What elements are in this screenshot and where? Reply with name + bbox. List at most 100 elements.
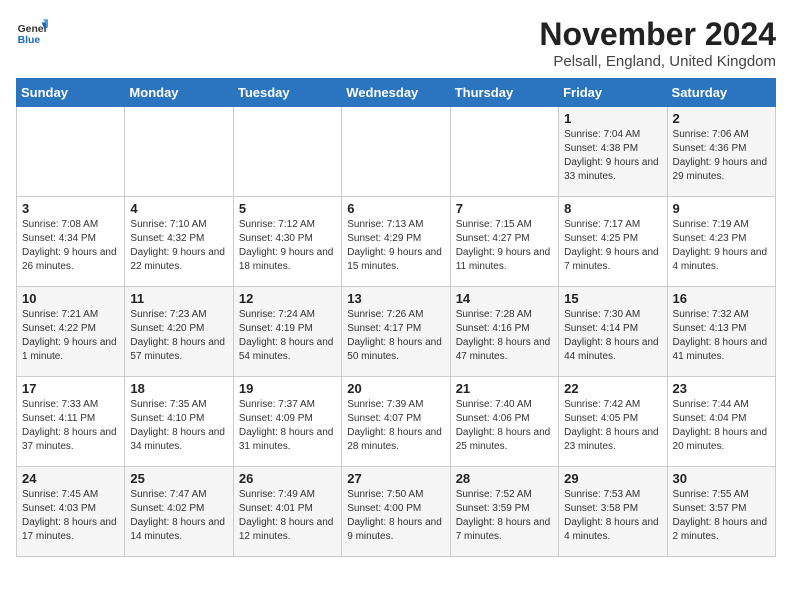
calendar-cell: 7 Sunrise: 7:15 AM Sunset: 4:27 PM Daylig… (450, 197, 558, 287)
calendar-cell: 19Sunrise: 7:37 AM Sunset: 4:09 PM Dayli… (233, 377, 341, 467)
day-number: 5 (239, 201, 336, 216)
day-info: Sunrise: 7:04 AM Sunset: 4:38 PM Dayligh… (564, 128, 661, 184)
calendar-cell: 30 Sunrise: 7:55 AM Sunset: 3:57 PM Dayli… (667, 467, 775, 557)
calendar-cell: 10Sunrise: 7:21 AM Sunset: 4:22 PM Dayli… (17, 287, 125, 377)
calendar-cell (342, 107, 450, 197)
calendar-week-row: 10Sunrise: 7:21 AM Sunset: 4:22 PM Dayli… (17, 287, 776, 377)
calendar-cell: 15 Sunrise: 7:30 AM Sunset: 4:14 PM Dayli… (559, 287, 667, 377)
day-number: 30 (673, 471, 770, 486)
day-number: 16 (673, 291, 770, 306)
day-number: 23 (673, 381, 770, 396)
calendar-cell: 28 Sunrise: 7:52 AM Sunset: 3:59 PM Dayli… (450, 467, 558, 557)
calendar-cell: 29 Sunrise: 7:53 AM Sunset: 3:58 PM Dayli… (559, 467, 667, 557)
calendar-week-row: 24 Sunrise: 7:45 AM Sunset: 4:03 PM Dayli… (17, 467, 776, 557)
calendar-cell: 25 Sunrise: 7:47 AM Sunset: 4:02 PM Dayli… (125, 467, 233, 557)
calendar-cell: 4 Sunrise: 7:10 AM Sunset: 4:32 PM Daylig… (125, 197, 233, 287)
day-number: 19 (239, 381, 336, 396)
calendar-cell: 20Sunrise: 7:39 AM Sunset: 4:07 PM Dayli… (342, 377, 450, 467)
day-number: 7 (456, 201, 553, 216)
day-number: 6 (347, 201, 444, 216)
day-info: Sunrise: 7:24 AM Sunset: 4:19 PM Dayligh… (239, 308, 336, 364)
day-info: Sunrise: 7:50 AM Sunset: 4:00 PM Dayligh… (347, 488, 444, 544)
calendar-cell: 21 Sunrise: 7:40 AM Sunset: 4:06 PM Dayli… (450, 377, 558, 467)
day-number: 26 (239, 471, 336, 486)
calendar-header-row: SundayMondayTuesdayWednesdayThursdayFrid… (17, 79, 776, 107)
day-info: Sunrise: 7:45 AM Sunset: 4:03 PM Dayligh… (22, 488, 119, 544)
day-info: Sunrise: 7:23 AM Sunset: 4:20 PM Dayligh… (130, 308, 227, 364)
logo: General Blue (16, 16, 48, 48)
day-info: Sunrise: 7:15 AM Sunset: 4:27 PM Dayligh… (456, 218, 553, 274)
calendar-cell: 22Sunrise: 7:42 AM Sunset: 4:05 PM Dayli… (559, 377, 667, 467)
day-number: 13 (347, 291, 444, 306)
logo-icon: General Blue (16, 16, 48, 48)
calendar-cell: 23 Sunrise: 7:44 AM Sunset: 4:04 PM Dayli… (667, 377, 775, 467)
day-info: Sunrise: 7:32 AM Sunset: 4:13 PM Dayligh… (673, 308, 770, 364)
day-number: 24 (22, 471, 119, 486)
day-number: 29 (564, 471, 661, 486)
day-info: Sunrise: 7:28 AM Sunset: 4:16 PM Dayligh… (456, 308, 553, 364)
day-number: 10 (22, 291, 119, 306)
page-header: General Blue November 2024 Pelsall, Engl… (16, 16, 776, 70)
day-info: Sunrise: 7:19 AM Sunset: 4:23 PM Dayligh… (673, 218, 770, 274)
calendar-cell (125, 107, 233, 197)
day-info: Sunrise: 7:53 AM Sunset: 3:58 PM Dayligh… (564, 488, 661, 544)
calendar-cell (17, 107, 125, 197)
header-saturday: Saturday (667, 79, 775, 107)
calendar-cell: 26 Sunrise: 7:49 AM Sunset: 4:01 PM Dayli… (233, 467, 341, 557)
day-info: Sunrise: 7:40 AM Sunset: 4:06 PM Dayligh… (456, 398, 553, 454)
header-friday: Friday (559, 79, 667, 107)
calendar-cell: 27Sunrise: 7:50 AM Sunset: 4:00 PM Dayli… (342, 467, 450, 557)
day-number: 1 (564, 111, 661, 126)
day-info: Sunrise: 7:06 AM Sunset: 4:36 PM Dayligh… (673, 128, 770, 184)
day-info: Sunrise: 7:33 AM Sunset: 4:11 PM Dayligh… (22, 398, 119, 454)
day-info: Sunrise: 7:10 AM Sunset: 4:32 PM Dayligh… (130, 218, 227, 274)
calendar-cell: 17 Sunrise: 7:33 AM Sunset: 4:11 PM Dayli… (17, 377, 125, 467)
day-number: 18 (130, 381, 227, 396)
day-info: Sunrise: 7:26 AM Sunset: 4:17 PM Dayligh… (347, 308, 444, 364)
day-number: 22 (564, 381, 661, 396)
day-number: 9 (673, 201, 770, 216)
header-monday: Monday (125, 79, 233, 107)
day-info: Sunrise: 7:49 AM Sunset: 4:01 PM Dayligh… (239, 488, 336, 544)
location: Pelsall, England, United Kingdom (539, 53, 776, 70)
calendar-cell: 9 Sunrise: 7:19 AM Sunset: 4:23 PM Daylig… (667, 197, 775, 287)
header-thursday: Thursday (450, 79, 558, 107)
title-block: November 2024 Pelsall, England, United K… (539, 16, 776, 70)
day-number: 15 (564, 291, 661, 306)
day-number: 25 (130, 471, 227, 486)
header-sunday: Sunday (17, 79, 125, 107)
day-info: Sunrise: 7:55 AM Sunset: 3:57 PM Dayligh… (673, 488, 770, 544)
calendar-cell: 2Sunrise: 7:06 AM Sunset: 4:36 PM Daylig… (667, 107, 775, 197)
calendar-week-row: 17 Sunrise: 7:33 AM Sunset: 4:11 PM Dayli… (17, 377, 776, 467)
day-number: 3 (22, 201, 119, 216)
calendar-cell: 16 Sunrise: 7:32 AM Sunset: 4:13 PM Dayli… (667, 287, 775, 377)
calendar-cell: 24 Sunrise: 7:45 AM Sunset: 4:03 PM Dayli… (17, 467, 125, 557)
day-number: 12 (239, 291, 336, 306)
day-info: Sunrise: 7:44 AM Sunset: 4:04 PM Dayligh… (673, 398, 770, 454)
day-info: Sunrise: 7:47 AM Sunset: 4:02 PM Dayligh… (130, 488, 227, 544)
calendar-week-row: 1 Sunrise: 7:04 AM Sunset: 4:38 PM Daylig… (17, 107, 776, 197)
month-title: November 2024 (539, 16, 776, 53)
day-number: 28 (456, 471, 553, 486)
day-info: Sunrise: 7:08 AM Sunset: 4:34 PM Dayligh… (22, 218, 119, 274)
calendar-cell: 6Sunrise: 7:13 AM Sunset: 4:29 PM Daylig… (342, 197, 450, 287)
calendar-week-row: 3 Sunrise: 7:08 AM Sunset: 4:34 PM Daylig… (17, 197, 776, 287)
day-number: 4 (130, 201, 227, 216)
day-number: 14 (456, 291, 553, 306)
calendar-cell: 5 Sunrise: 7:12 AM Sunset: 4:30 PM Daylig… (233, 197, 341, 287)
day-info: Sunrise: 7:30 AM Sunset: 4:14 PM Dayligh… (564, 308, 661, 364)
calendar-cell: 14 Sunrise: 7:28 AM Sunset: 4:16 PM Dayli… (450, 287, 558, 377)
calendar-cell: 18 Sunrise: 7:35 AM Sunset: 4:10 PM Dayli… (125, 377, 233, 467)
day-number: 21 (456, 381, 553, 396)
day-info: Sunrise: 7:12 AM Sunset: 4:30 PM Dayligh… (239, 218, 336, 274)
day-number: 11 (130, 291, 227, 306)
calendar-cell: 12 Sunrise: 7:24 AM Sunset: 4:19 PM Dayli… (233, 287, 341, 377)
calendar-table: SundayMondayTuesdayWednesdayThursdayFrid… (16, 78, 776, 557)
calendar-cell: 8Sunrise: 7:17 AM Sunset: 4:25 PM Daylig… (559, 197, 667, 287)
svg-text:Blue: Blue (18, 35, 41, 46)
day-number: 17 (22, 381, 119, 396)
day-info: Sunrise: 7:35 AM Sunset: 4:10 PM Dayligh… (130, 398, 227, 454)
calendar-cell (450, 107, 558, 197)
day-info: Sunrise: 7:52 AM Sunset: 3:59 PM Dayligh… (456, 488, 553, 544)
header-tuesday: Tuesday (233, 79, 341, 107)
